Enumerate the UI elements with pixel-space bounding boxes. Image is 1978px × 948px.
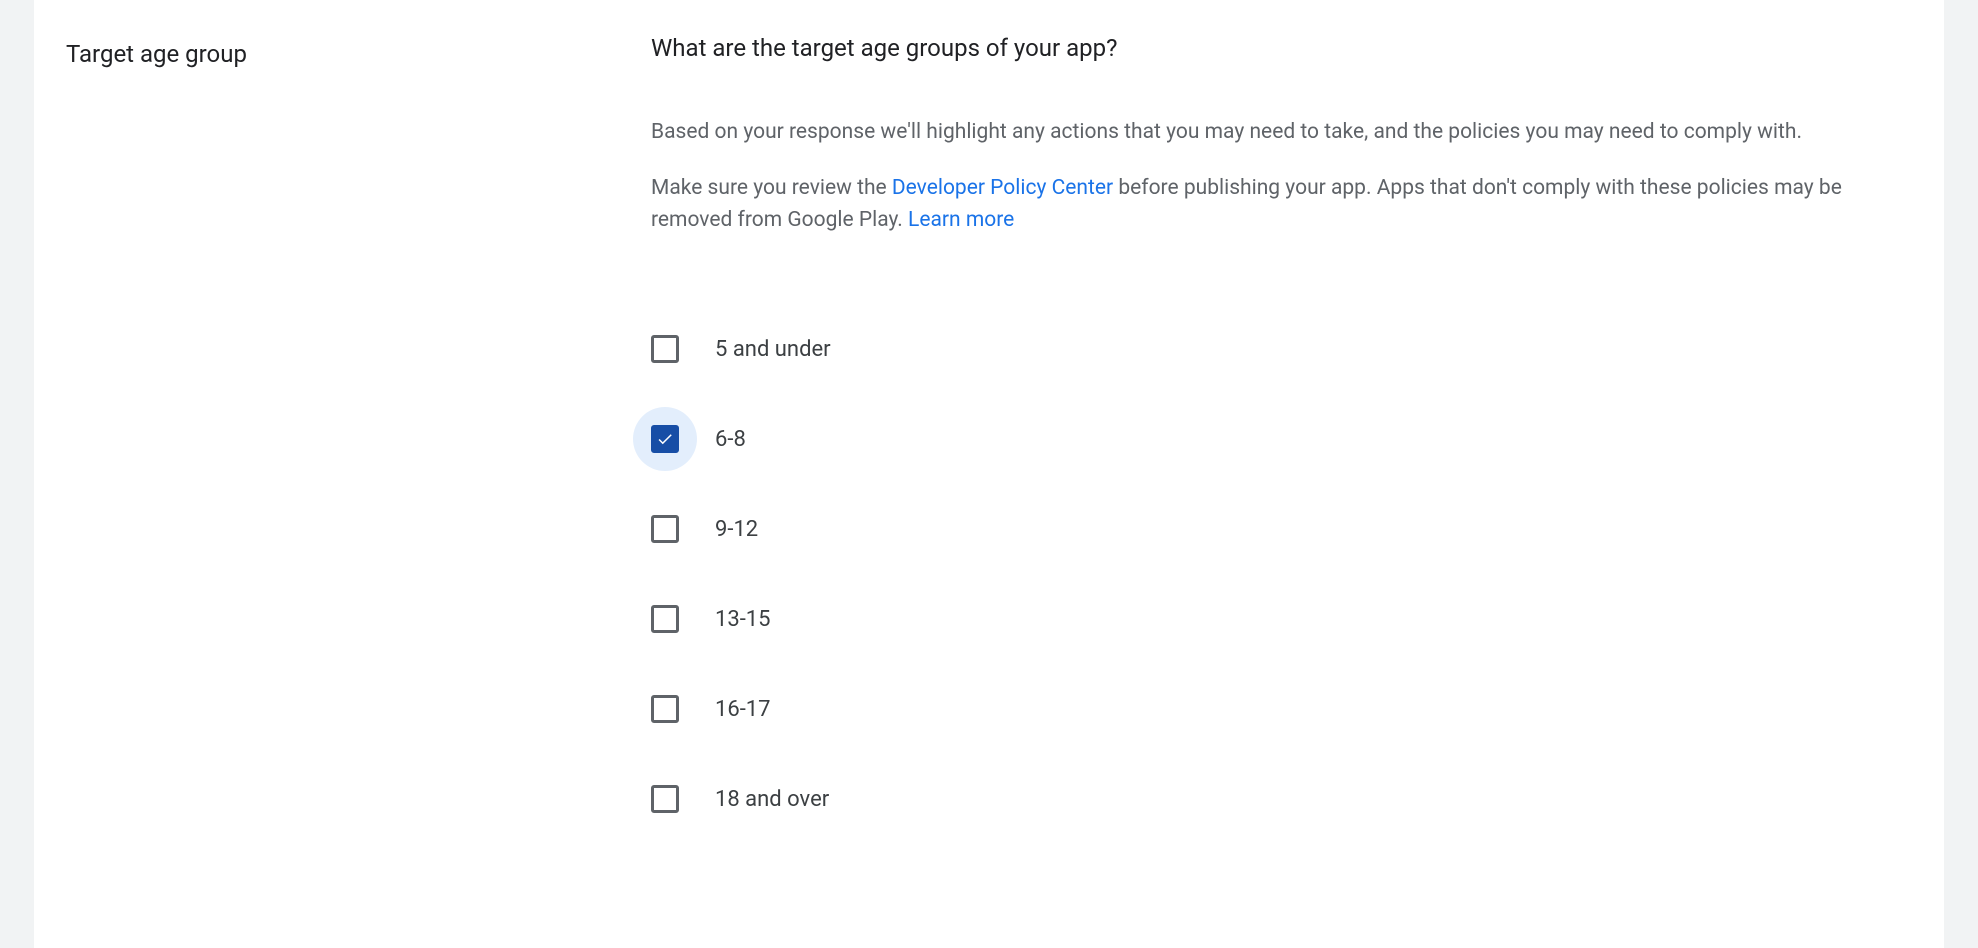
checkbox-wrap [633, 767, 697, 831]
checkbox-icon[interactable] [651, 695, 679, 723]
checkbox-wrap [633, 497, 697, 561]
description-2-prefix: Make sure you review the [651, 176, 892, 200]
developer-policy-center-link[interactable]: Developer Policy Center [892, 176, 1113, 200]
checkbox-wrap [633, 407, 697, 471]
age-option-9-12[interactable]: 9-12 [651, 484, 1864, 574]
checkbox-wrap [633, 677, 697, 741]
age-option-6-8[interactable]: 6-8 [651, 394, 1864, 484]
checkbox-wrap [633, 317, 697, 381]
option-label: 16-17 [715, 697, 771, 722]
checkbox-icon[interactable] [651, 335, 679, 363]
learn-more-link[interactable]: Learn more [908, 208, 1014, 232]
question-heading: What are the target age groups of your a… [651, 32, 1864, 64]
age-option-5-and-under[interactable]: 5 and under [651, 304, 1864, 394]
checkbox-wrap [633, 587, 697, 651]
checkbox-icon[interactable] [651, 425, 679, 453]
check-icon [656, 430, 674, 448]
description-2: Make sure you review the Developer Polic… [651, 172, 1851, 236]
checkbox-icon[interactable] [651, 785, 679, 813]
age-option-13-15[interactable]: 13-15 [651, 574, 1864, 664]
option-label: 5 and under [715, 337, 831, 362]
description-1: Based on your response we'll highlight a… [651, 116, 1851, 148]
form-panel: Target age group What are the target age… [34, 0, 1944, 948]
checkbox-icon[interactable] [651, 515, 679, 543]
age-option-16-17[interactable]: 16-17 [651, 664, 1864, 754]
age-group-options: 5 and under 6-8 [651, 304, 1864, 844]
section-content-column: What are the target age groups of your a… [651, 32, 1912, 844]
option-label: 13-15 [715, 607, 771, 632]
option-label: 9-12 [715, 517, 758, 542]
section-label-column: Target age group [66, 32, 651, 70]
option-label: 18 and over [715, 787, 829, 812]
section-label: Target age group [66, 38, 651, 70]
option-label: 6-8 [715, 427, 746, 452]
checkbox-icon[interactable] [651, 605, 679, 633]
age-option-18-and-over[interactable]: 18 and over [651, 754, 1864, 844]
